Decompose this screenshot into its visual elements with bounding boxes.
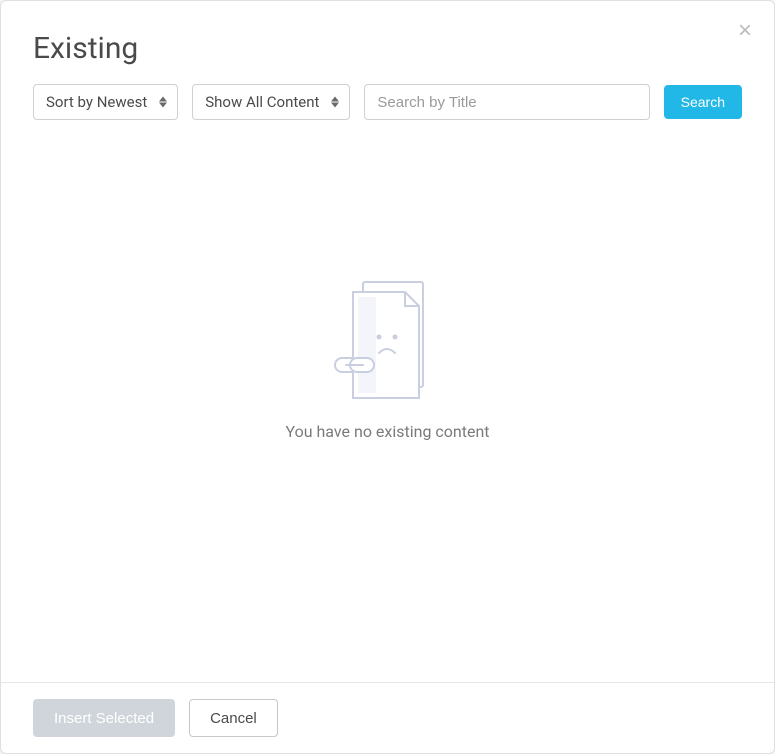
search-input[interactable] <box>364 84 649 120</box>
content-filter-value: Show All Content <box>205 93 319 111</box>
controls-bar: Sort by Newest Show All Content Search <box>1 84 774 120</box>
modal-header: Existing <box>1 1 774 84</box>
content-filter-select[interactable]: Show All Content <box>192 84 350 120</box>
sort-chevrons-icon <box>158 96 168 108</box>
empty-state-text: You have no existing content <box>285 422 489 441</box>
search-button[interactable]: Search <box>664 85 742 119</box>
empty-state-icon <box>333 280 443 400</box>
modal-title: Existing <box>33 31 742 66</box>
modal-footer: Insert Selected Cancel <box>1 682 774 753</box>
existing-content-modal: × Existing Sort by Newest Show All Conte… <box>0 0 775 754</box>
filter-chevrons-icon <box>330 96 340 108</box>
modal-body: You have no existing content <box>1 120 774 682</box>
sort-select[interactable]: Sort by Newest <box>33 84 178 120</box>
close-icon[interactable]: × <box>738 19 752 43</box>
insert-selected-button[interactable]: Insert Selected <box>33 699 175 737</box>
cancel-button[interactable]: Cancel <box>189 699 278 737</box>
sort-select-value: Sort by Newest <box>46 93 147 111</box>
